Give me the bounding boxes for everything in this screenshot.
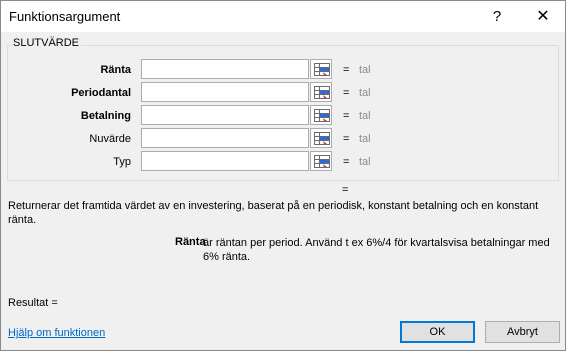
range-selector-icon	[314, 155, 330, 168]
range-selector-icon	[314, 109, 330, 122]
current-arg-name: Ränta	[175, 236, 206, 248]
function-name: SLUTVÄRDE	[11, 37, 82, 49]
help-button[interactable]: ?	[479, 5, 515, 29]
arg-equals-betalning: =	[343, 110, 350, 122]
arg-label-typ: Typ	[113, 156, 131, 168]
arg-label-nuvarde: Nuvärde	[89, 133, 131, 145]
range-selector-icon	[314, 132, 330, 145]
function-description: Returnerar det framtida värdet av en inv…	[8, 200, 539, 226]
arg-result-ranta: tal	[359, 64, 371, 76]
range-selector-icon	[314, 86, 330, 99]
arg-result-typ: tal	[359, 156, 371, 168]
close-button[interactable]: ✕	[525, 5, 561, 29]
arg-result-nuvarde: tal	[359, 133, 371, 145]
current-arg-description: är räntan per period. Använd t ex 6%/4 f…	[203, 237, 550, 263]
range-selector-typ[interactable]	[310, 151, 332, 171]
arg-equals-nuvarde: =	[343, 133, 350, 145]
arg-input-typ[interactable]	[141, 151, 309, 171]
range-selector-ranta[interactable]	[310, 59, 332, 79]
arg-result-betalning: tal	[359, 110, 371, 122]
result-label: Resultat =	[8, 297, 58, 309]
arg-input-ranta[interactable]	[141, 59, 309, 79]
arg-equals-periodantal: =	[343, 87, 350, 99]
arg-result-periodantal: tal	[359, 87, 371, 99]
range-selector-nuvarde[interactable]	[310, 128, 332, 148]
help-link[interactable]: Hjälp om funktionen	[8, 327, 105, 339]
cancel-button[interactable]: Avbryt	[485, 321, 560, 343]
function-arguments-dialog: Funktionsargument ? ✕ SLUTVÄRDE Ränta = …	[0, 0, 566, 351]
title-bar: Funktionsargument ? ✕	[1, 1, 565, 32]
dialog-title: Funktionsargument	[9, 9, 121, 24]
arg-input-betalning[interactable]	[141, 105, 309, 125]
arg-equals-ranta: =	[343, 64, 350, 76]
arg-input-periodantal[interactable]	[141, 82, 309, 102]
range-selector-periodantal[interactable]	[310, 82, 332, 102]
arg-equals-typ: =	[343, 156, 350, 168]
ok-button[interactable]: OK	[400, 321, 475, 343]
arg-label-betalning: Betalning	[80, 110, 131, 122]
formula-result-equals: =	[342, 184, 349, 196]
arg-label-periodantal: Periodantal	[71, 87, 131, 99]
range-selector-icon	[314, 63, 330, 76]
arg-label-ranta: Ränta	[100, 64, 131, 76]
arg-input-nuvarde[interactable]	[141, 128, 309, 148]
range-selector-betalning[interactable]	[310, 105, 332, 125]
